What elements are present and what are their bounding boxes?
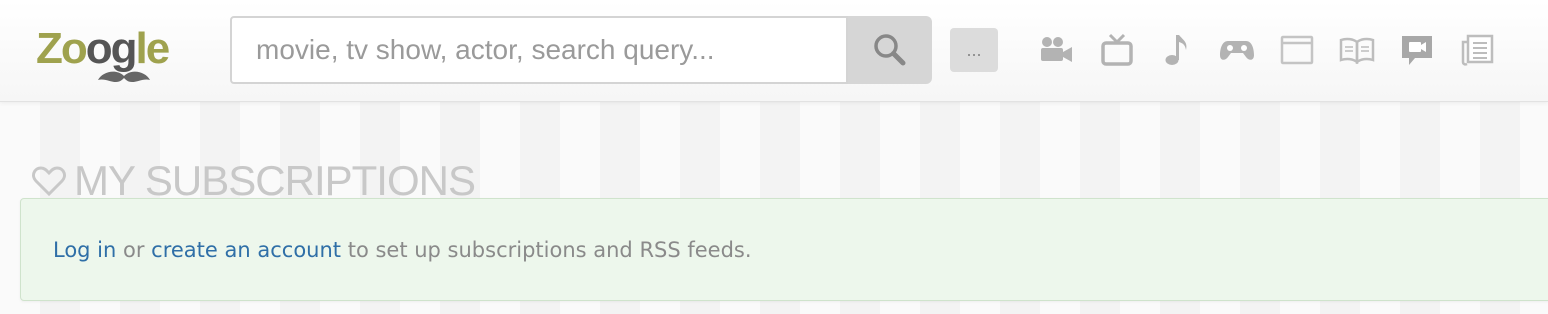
books-category[interactable] [1337,30,1377,70]
video-chat-category[interactable] [1397,30,1437,70]
tv-icon [1101,33,1133,66]
music-note-icon [1165,35,1187,65]
top-header: Zoogle ... [0,0,1548,102]
zoogle-logo[interactable]: Zoogle [36,24,186,94]
games-category[interactable] [1217,30,1257,70]
tv-category[interactable] [1097,30,1137,70]
login-notice: Log in or create an account to set up su… [20,198,1548,301]
news-category[interactable] [1457,30,1497,70]
movies-category[interactable] [1036,30,1076,70]
browser-window-icon [1280,35,1314,65]
login-link[interactable]: Log in [53,238,116,262]
video-chat-icon [1402,36,1432,65]
news-icon [1461,34,1494,66]
search-icon [874,34,906,66]
search-input[interactable] [230,16,848,84]
book-icon [1339,37,1375,64]
create-account-link[interactable]: create an account [151,238,341,262]
more-button[interactable]: ... [950,28,998,72]
heart-outline-icon [32,166,66,197]
gamepad-icon [1220,41,1254,60]
mustache-icon [98,71,150,82]
movie-camera-icon [1041,37,1072,62]
notice-rest-text: to set up subscriptions and RSS feeds. [341,237,752,262]
music-category[interactable] [1157,30,1197,70]
search-button[interactable] [848,16,932,84]
notice-or-text: or [116,237,152,262]
web-category[interactable] [1277,30,1317,70]
logo-wordmark: Zoogle [36,24,170,73]
